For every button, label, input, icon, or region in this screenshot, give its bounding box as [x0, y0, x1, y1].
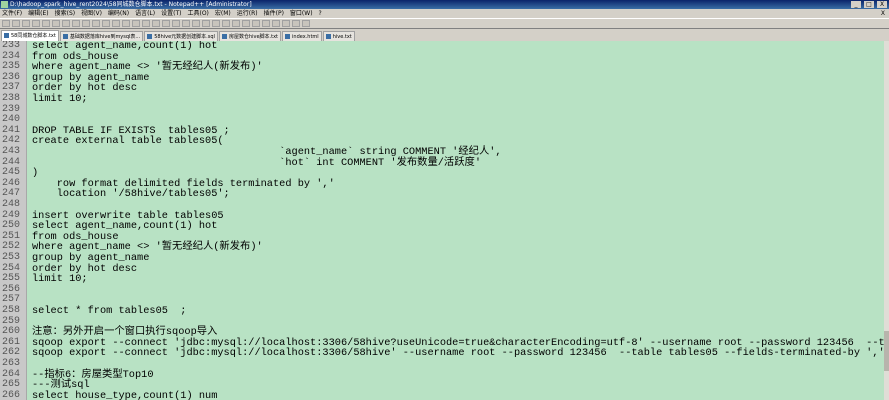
zoom-out-icon[interactable] — [152, 20, 160, 27]
menu-macro[interactable]: 宏(M) — [215, 9, 231, 18]
replace-icon[interactable] — [132, 20, 140, 27]
tab-bar: 58同城数仓脚本.txt 基础数据落库hive到mysql表... 58hive元数… — [0, 29, 889, 41]
menu-window[interactable]: 窗口(W) — [290, 9, 313, 18]
save-macro-icon[interactable] — [302, 20, 310, 27]
code-text: location '/58hive/tables05'; — [32, 188, 230, 201]
copy-icon[interactable] — [82, 20, 90, 27]
menu-bar: 文件(F) 编辑(E) 搜索(S) 视图(V) 编码(N) 语言(L) 设置(T… — [0, 9, 889, 18]
code-text: limit 10; — [32, 273, 88, 286]
code-text: select * from tables05 ; — [32, 305, 187, 317]
zoom-in-icon[interactable] — [142, 20, 150, 27]
code-text: `agent_name` string COMMENT '经纪人', — [32, 146, 502, 158]
save-icon[interactable] — [22, 20, 30, 27]
code-text: sqoop export --connect 'jdbc:mysql://loc… — [32, 347, 884, 360]
paste-icon[interactable] — [92, 20, 100, 27]
save-all-icon[interactable] — [32, 20, 40, 27]
menu-encoding[interactable]: 编码(N) — [108, 9, 129, 18]
lang-icon[interactable] — [212, 20, 220, 27]
all-chars-icon[interactable] — [192, 20, 200, 27]
doc-map-icon[interactable] — [222, 20, 230, 27]
file-tab-icon — [62, 34, 68, 39]
vertical-scrollbar[interactable] — [884, 41, 889, 400]
menu-language[interactable]: 语言(L) — [135, 9, 155, 18]
toolbar — [0, 18, 889, 29]
menu-view[interactable]: 视图(V) — [81, 9, 102, 18]
code-editor[interactable]: 233 select agent_name,count(1) hot 234 from… — [0, 41, 884, 400]
code-text: limit 10; — [32, 93, 88, 105]
file-tab-icon — [147, 34, 153, 39]
menu-plugins[interactable]: 插件(P) — [264, 9, 284, 18]
close-icon[interactable] — [42, 20, 50, 27]
close-document-button[interactable]: X — [881, 9, 885, 18]
close-all-icon[interactable] — [52, 20, 60, 27]
line-number: 248 — [2, 199, 21, 210]
window-controls: _ □ X — [851, 0, 887, 9]
menu-edit[interactable]: 编辑(E) — [28, 9, 48, 18]
code-text: group by agent_name — [32, 252, 150, 264]
open-file-icon[interactable] — [12, 20, 20, 27]
record-icon[interactable] — [262, 20, 270, 27]
indent-guide-icon[interactable] — [202, 20, 210, 27]
scrollbar-thumb[interactable] — [884, 331, 889, 371]
find-icon[interactable] — [122, 20, 130, 27]
menu-file[interactable]: 文件(F) — [2, 9, 22, 18]
file-tab-icon — [221, 34, 227, 39]
function-list-icon[interactable] — [232, 20, 240, 27]
title-bar: D:\hadoop_spark_hive_rent2024\58同城数仓脚本.t… — [0, 0, 889, 9]
code-text: select agent_name,count(1) hot — [32, 41, 218, 52]
new-file-icon[interactable] — [2, 20, 10, 27]
monitor-icon[interactable] — [252, 20, 260, 27]
sync-h-icon[interactable] — [172, 20, 180, 27]
line-number: 233 — [2, 41, 21, 51]
line-number: 263 — [2, 358, 21, 369]
file-tab-label: index.html — [292, 34, 319, 40]
file-tab-label: 58同城数仓脚本.txt — [11, 33, 56, 39]
folder-icon[interactable] — [242, 20, 250, 27]
cut-icon[interactable] — [72, 20, 80, 27]
play-multi-icon[interactable] — [292, 20, 300, 27]
line-number: 243 — [2, 146, 21, 157]
code-text: select house_type,count(1) num — [32, 389, 218, 400]
file-tab-icon — [4, 33, 9, 38]
line-number: 253 — [2, 252, 21, 263]
file-tab-label: 房屋数仓hive脚本.txt — [228, 34, 279, 40]
code-text: `hot` int COMMENT '发布数量/活跃度' — [32, 156, 482, 169]
file-tab-icon — [325, 34, 331, 39]
menu-settings[interactable]: 设置(T) — [161, 9, 181, 18]
redo-icon[interactable] — [112, 20, 120, 27]
line-number: 266 — [2, 389, 21, 400]
file-tab-label: 58hive元数据创建脚本.sql — [154, 34, 215, 40]
play-icon[interactable] — [282, 20, 290, 27]
menu-tools[interactable]: 工具(O) — [187, 9, 208, 18]
maximize-button[interactable]: □ — [864, 1, 874, 8]
menu-run[interactable]: 运行(R) — [237, 9, 258, 18]
file-tab-icon — [285, 34, 291, 39]
minimize-button[interactable]: _ — [851, 1, 861, 8]
file-tab[interactable]: 58同城数仓脚本.txt — [1, 30, 59, 41]
file-tab[interactable]: 58hive元数据创建脚本.sql — [144, 31, 218, 41]
app-icon — [1, 1, 8, 8]
menu-help[interactable]: ? — [319, 9, 322, 18]
file-tab[interactable]: 房屋数仓hive脚本.txt — [218, 31, 282, 41]
file-tab[interactable]: 基础数据落库hive到mysql表... — [59, 31, 144, 41]
line-number: 238 — [2, 93, 21, 104]
wrap-icon[interactable] — [182, 20, 190, 27]
stop-icon[interactable] — [272, 20, 280, 27]
file-tab[interactable]: index.html — [282, 31, 322, 41]
file-tab-label: hive.txt — [332, 34, 352, 40]
sync-v-icon[interactable] — [162, 20, 170, 27]
menu-search[interactable]: 搜索(S) — [55, 9, 76, 18]
file-tab-label: 基础数据落库hive到mysql表... — [69, 34, 141, 40]
window-title: D:\hadoop_spark_hive_rent2024\58同城数仓脚本.t… — [10, 1, 252, 8]
file-tab[interactable]: hive.txt — [322, 31, 355, 41]
undo-icon[interactable] — [102, 20, 110, 27]
line-number: 258 — [2, 305, 21, 316]
print-icon[interactable] — [62, 20, 70, 27]
close-window-button[interactable]: X — [877, 1, 887, 8]
